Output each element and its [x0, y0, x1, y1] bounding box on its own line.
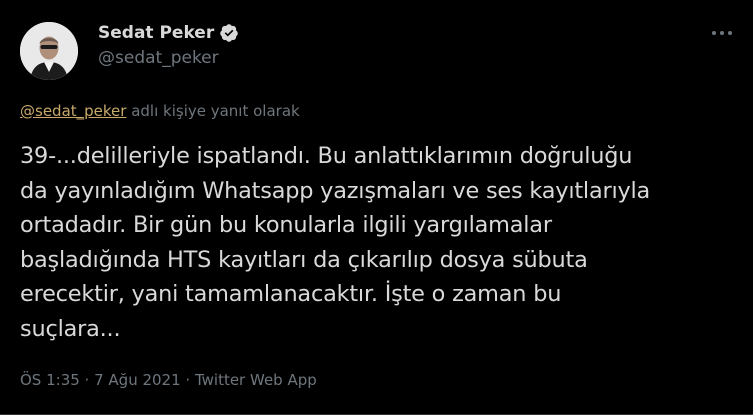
avatar-image: [20, 22, 78, 80]
reply-context-label: adlı kişiye yanıt olarak: [126, 102, 300, 120]
more-options-icon[interactable]: [709, 22, 735, 44]
author-display-name[interactable]: Sedat Peker: [98, 23, 214, 43]
tweet-date-link[interactable]: 7 Ağu 2021: [94, 371, 181, 389]
tweet-text-line: başladığında HTS kayıtları da çıkarılıp …: [20, 246, 588, 273]
reply-context: @sedat_peker adlı kişiye yanıt olarak: [20, 102, 300, 120]
tweet-text-line: da yayınladığım Whatsapp yazışmaları ve …: [20, 177, 651, 204]
author-name-row: Sedat Peker: [98, 22, 239, 44]
tweet-text-line: 39-...delilleriyle ispatlandı. Bu anlatt…: [20, 143, 633, 169]
tweet-meta: ÖS 1:35 · 7 Ağu 2021 · Twitter Web App: [20, 371, 317, 389]
tweet-text-line: ortadadır. Bir gün bu konularla ilgili y…: [20, 212, 552, 238]
tweet-timestamp-link[interactable]: ÖS 1:35: [20, 371, 80, 389]
tweet-text-line: erecektir, yani tamamlanacaktır. İşte o …: [20, 281, 562, 307]
tweet-text-line: suçlara...: [20, 315, 121, 342]
tweet-source-link[interactable]: Twitter Web App: [195, 371, 317, 389]
author-handle[interactable]: @sedat_peker: [98, 48, 219, 68]
avatar[interactable]: [20, 22, 78, 80]
tweet-card: Sedat Peker @sedat_peker @sedat_peker ad…: [0, 0, 753, 415]
tweet-text: 39-...delilleriyle ispatlandı. Bu anlatt…: [20, 139, 740, 346]
reply-to-handle-link[interactable]: @sedat_peker: [20, 102, 126, 120]
verified-badge-icon: [219, 23, 239, 43]
meta-separator: ·: [180, 371, 195, 389]
meta-separator: ·: [79, 371, 95, 389]
